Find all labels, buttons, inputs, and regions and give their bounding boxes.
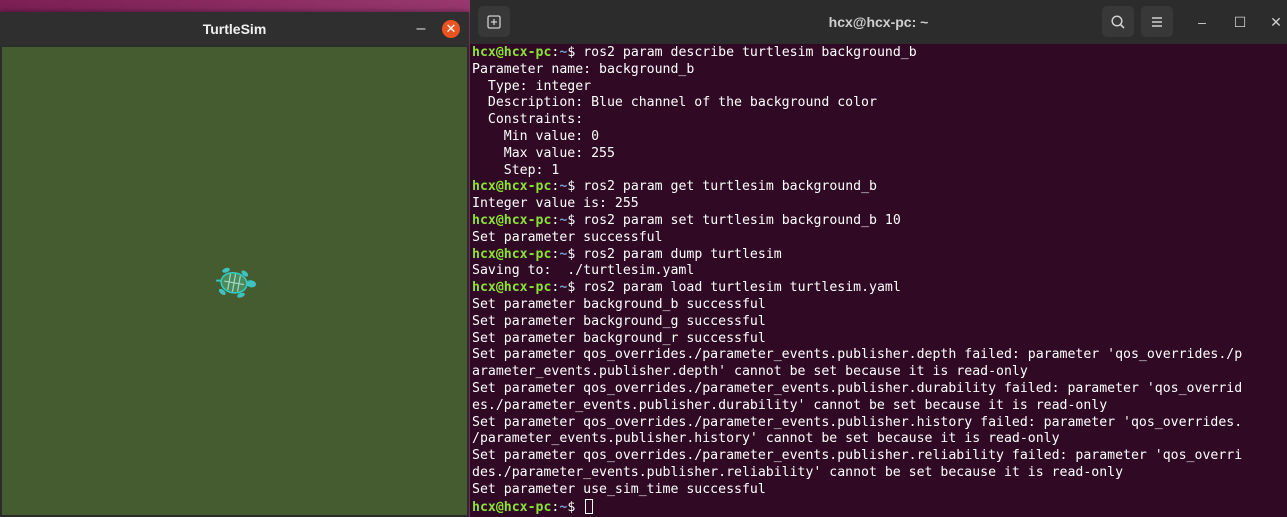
output-text: Constraints: bbox=[472, 112, 584, 128]
output-text: arameter_events.publisher.depth' cannot … bbox=[472, 364, 1028, 380]
terminal-output-line: /parameter_events.publisher.history' can… bbox=[472, 431, 1287, 448]
search-icon bbox=[1111, 14, 1125, 29]
output-text: Set parameter qos_overrides./parameter_e… bbox=[472, 380, 1243, 396]
turtle-icon bbox=[216, 267, 257, 298]
prompt-user: hcx@hcx-pc bbox=[472, 45, 552, 60]
terminal-output-line: Max value: 255 bbox=[472, 146, 1287, 163]
terminal-output-line: Parameter name: background_b bbox=[472, 62, 1287, 79]
terminal-command-line: hcx@hcx-pc:~$ ros2 param describe turtle… bbox=[472, 45, 1287, 62]
terminal-headerbar[interactable]: hcx@hcx-pc: ~ – ☐ ✕ bbox=[470, 0, 1287, 44]
terminal-command-line: hcx@hcx-pc:~$ bbox=[472, 498, 1287, 516]
terminal-output-line: des./parameter_events.publisher.reliabil… bbox=[472, 465, 1287, 482]
close-icon[interactable]: ✕ bbox=[1266, 12, 1286, 32]
terminal-command-line: hcx@hcx-pc:~$ ros2 param set turtlesim b… bbox=[472, 213, 1287, 230]
prompt-dollar: $ bbox=[567, 45, 584, 60]
turtlesim-title: TurtleSim bbox=[202, 21, 267, 37]
output-text: Saving to: ./turtlesim.yaml bbox=[472, 263, 695, 279]
output-text: Set parameter use_sim_time successful bbox=[472, 481, 766, 497]
terminal-command-line: hcx@hcx-pc:~$ ros2 param get turtlesim b… bbox=[472, 179, 1287, 196]
search-button[interactable] bbox=[1102, 6, 1134, 37]
output-text: Type: integer bbox=[472, 78, 592, 94]
output-text: Set parameter background_g successful bbox=[472, 313, 766, 329]
prompt-user: hcx@hcx-pc bbox=[472, 212, 552, 228]
output-text: Parameter name: background_b bbox=[472, 61, 695, 77]
terminal-output-line: Type: integer bbox=[472, 79, 1287, 96]
prompt-user: hcx@hcx-pc bbox=[472, 246, 552, 262]
output-text: Min value: 0 bbox=[472, 128, 600, 144]
terminal-output-line: es./parameter_events.publisher.durabilit… bbox=[472, 398, 1287, 415]
maximize-icon[interactable]: ☐ bbox=[1230, 12, 1250, 32]
terminal-output-line: Description: Blue channel of the backgro… bbox=[472, 95, 1287, 112]
terminal-command-line: hcx@hcx-pc:~$ ros2 param load turtlesim … bbox=[472, 280, 1287, 297]
close-icon[interactable]: ✕ bbox=[442, 20, 460, 38]
terminal-output-line: Integer value is: 255 bbox=[472, 196, 1287, 213]
output-text: Set parameter background_r successful bbox=[472, 330, 766, 346]
output-text: Step: 1 bbox=[472, 162, 560, 178]
terminal-output-line: Set parameter use_sim_time successful bbox=[472, 482, 1287, 499]
terminal-output-line: Set parameter qos_overrides./parameter_e… bbox=[472, 347, 1287, 364]
terminal-output-line: Set parameter background_g successful bbox=[472, 314, 1287, 331]
turtlesim-window: TurtleSim – ✕ bbox=[0, 12, 469, 517]
terminal-output-line: Constraints: bbox=[472, 112, 1287, 129]
command-text: ros2 param dump turtlesim bbox=[583, 246, 782, 262]
terminal-output-line: Set parameter qos_overrides./parameter_e… bbox=[472, 381, 1287, 398]
command-text: ros2 param get turtlesim background_b bbox=[583, 179, 877, 195]
output-text: Set parameter qos_overrides./parameter_e… bbox=[472, 347, 1243, 363]
terminal-output-line: Set parameter background_b successful bbox=[472, 297, 1287, 314]
command-text: ros2 param describe turtlesim background… bbox=[583, 45, 917, 60]
output-text: /parameter_events.publisher.history' can… bbox=[472, 431, 1060, 447]
terminal-output-line: Set parameter qos_overrides./parameter_e… bbox=[472, 448, 1287, 465]
minimize-icon[interactable]: – bbox=[1192, 12, 1212, 32]
terminal-output-line: Step: 1 bbox=[472, 163, 1287, 180]
prompt-dollar: $ bbox=[567, 246, 584, 262]
output-text: Description: Blue channel of the backgro… bbox=[472, 95, 877, 111]
output-text: Set parameter background_b successful bbox=[472, 296, 766, 312]
minimize-icon[interactable]: – bbox=[411, 19, 431, 39]
terminal-output-line: Set parameter background_r successful bbox=[472, 331, 1287, 348]
command-text: ros2 param set turtlesim background_b 10 bbox=[583, 212, 901, 228]
terminal-output-line: arameter_events.publisher.depth' cannot … bbox=[472, 364, 1287, 381]
menu-button[interactable] bbox=[1141, 6, 1173, 37]
prompt-dollar: $ bbox=[567, 280, 584, 296]
output-text: Max value: 255 bbox=[472, 145, 615, 161]
command-text: ros2 param load turtlesim turtlesim.yaml bbox=[583, 280, 901, 296]
prompt-user: hcx@hcx-pc bbox=[472, 280, 552, 296]
output-text: es./parameter_events.publisher.durabilit… bbox=[472, 397, 1108, 413]
output-text: Set parameter qos_overrides./parameter_e… bbox=[472, 414, 1243, 430]
terminal-output-line: Min value: 0 bbox=[472, 129, 1287, 146]
prompt-user: hcx@hcx-pc bbox=[472, 499, 552, 515]
text-cursor bbox=[585, 498, 594, 514]
prompt-user: hcx@hcx-pc bbox=[472, 179, 552, 195]
hamburger-icon bbox=[1152, 16, 1162, 27]
prompt-dollar: $ bbox=[567, 179, 584, 195]
terminal-output-line: Set parameter qos_overrides./parameter_e… bbox=[472, 415, 1287, 432]
prompt-dollar: $ bbox=[567, 212, 584, 228]
terminal-output[interactable]: hcx@hcx-pc:~$ ros2 param describe turtle… bbox=[472, 45, 1287, 517]
prompt-dollar: $ bbox=[567, 499, 584, 515]
output-text: Set parameter successful bbox=[472, 229, 663, 245]
output-text: Set parameter qos_overrides./parameter_e… bbox=[472, 448, 1243, 464]
output-text: Integer value is: 255 bbox=[472, 196, 639, 212]
terminal-output-line: Saving to: ./turtlesim.yaml bbox=[472, 263, 1287, 280]
output-text: des./parameter_events.publisher.reliabil… bbox=[472, 464, 1124, 480]
terminal-window: hcx@hcx-pc: ~ – ☐ ✕ hcx@hcx-pc:~$ ros2 p… bbox=[470, 0, 1287, 517]
terminal-output-line: Set parameter successful bbox=[472, 230, 1287, 247]
turtlesim-titlebar[interactable]: TurtleSim bbox=[0, 12, 469, 46]
turtlesim-canvas bbox=[2, 47, 467, 515]
terminal-command-line: hcx@hcx-pc:~$ ros2 param dump turtlesim bbox=[472, 247, 1287, 264]
